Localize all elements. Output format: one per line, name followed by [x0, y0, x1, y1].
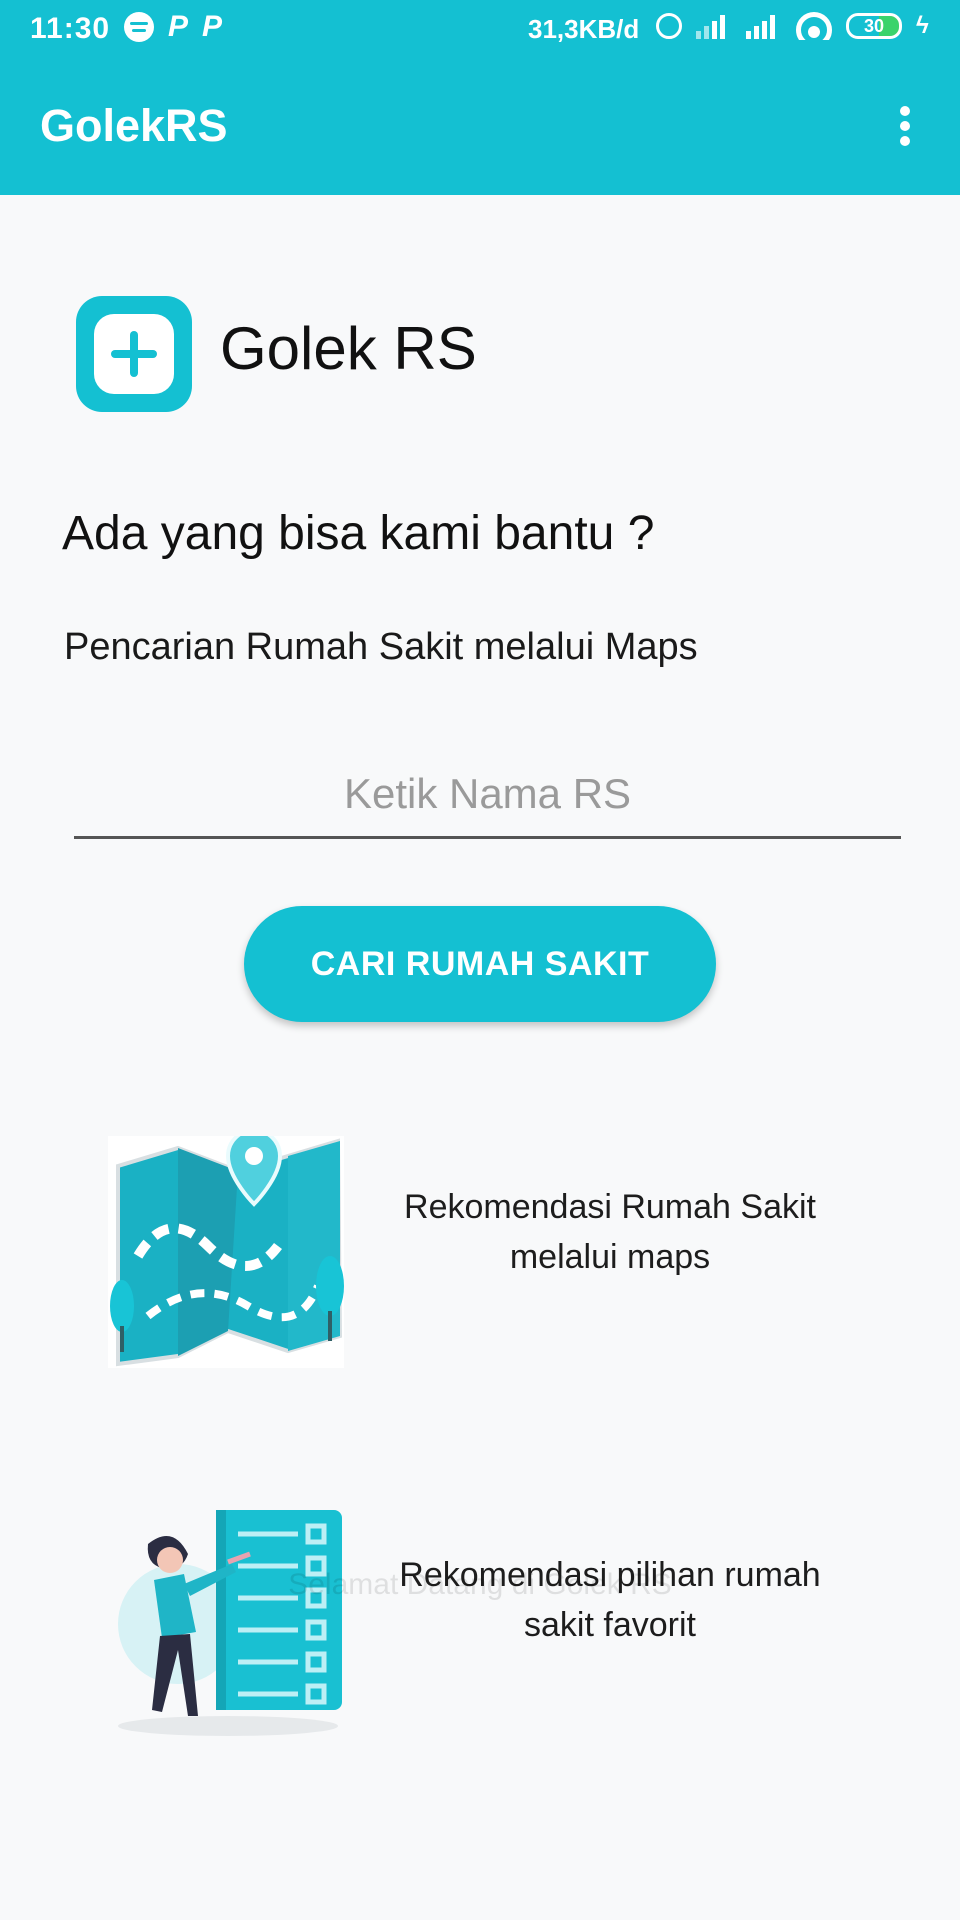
network-speed: 31,3KB/d [528, 14, 640, 44]
search-hospital-button[interactable]: CARI RUMAH SAKIT [244, 906, 716, 1022]
battery-icon: 30 [846, 13, 902, 39]
feature-favorite-recommendation[interactable]: Rekomendasi pilihan rumah sakit favorit [100, 1500, 860, 1740]
plus-icon [94, 314, 174, 394]
spotify-icon [124, 12, 154, 42]
alarm-icon [656, 13, 682, 39]
hospital-name-input[interactable] [74, 752, 901, 839]
status-system-icons: 30 ϟ [656, 12, 929, 40]
app-title: GolekRS [40, 100, 228, 151]
signal-icon [696, 13, 732, 39]
more-vert-icon[interactable] [898, 106, 912, 150]
page-subtitle: Pencarian Rumah Sakit melalui Maps [64, 626, 698, 668]
p-icon: P [202, 10, 223, 43]
signal-icon [746, 13, 782, 39]
page-heading: Ada yang bisa kami bantu ? [62, 507, 655, 560]
brand-name: Golek RS [220, 315, 477, 382]
wifi-icon [796, 12, 832, 40]
checklist-illustration-icon [118, 1510, 342, 1736]
feature-maps-recommendation[interactable]: Rekomendasi Rumah Sakit melalui maps [100, 1132, 860, 1372]
welcome-toast: Selamat Datang di Golek RS [288, 1568, 672, 1601]
status-time: 11:30 [30, 12, 111, 45]
status-notification-icons: P P [124, 12, 222, 42]
app-logo [76, 296, 192, 412]
app-header: 11:30 P P 31,3KB/d 30 ϟ GolekRS [0, 0, 960, 195]
feature-maps-text: Rekomendasi Rumah Sakit melalui maps [404, 1188, 816, 1276]
status-bar: 11:30 P P 31,3KB/d 30 ϟ [0, 0, 960, 60]
bolt-icon: ϟ [916, 12, 929, 39]
map-illustration-icon [108, 1136, 344, 1368]
p-icon: P [168, 10, 189, 43]
